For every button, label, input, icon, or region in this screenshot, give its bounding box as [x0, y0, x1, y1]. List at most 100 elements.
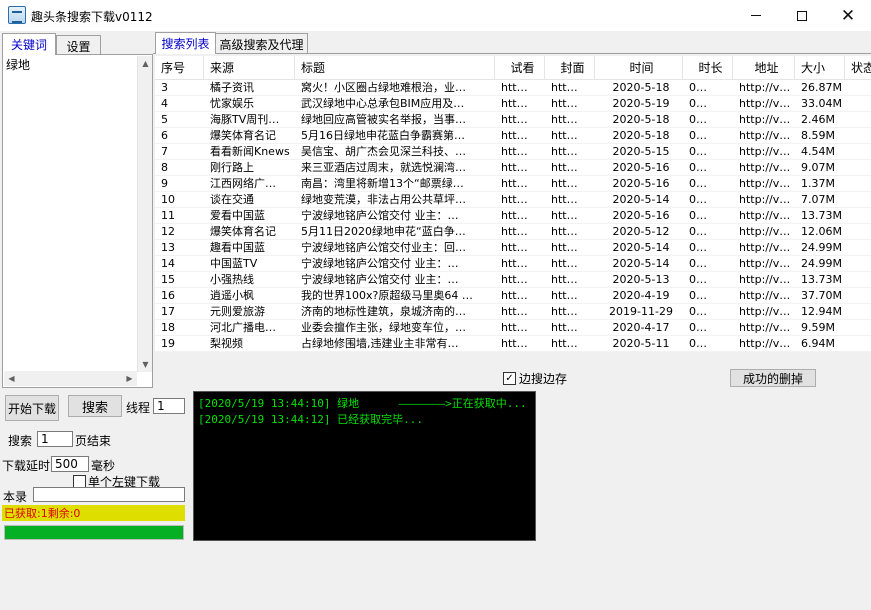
table-cell: htt…	[551, 225, 578, 238]
search-button[interactable]: 搜索	[68, 395, 122, 417]
maximize-button[interactable]	[779, 0, 825, 31]
tab-advanced-search[interactable]: 高级搜索及代理	[215, 33, 308, 54]
table-cell: 0…	[689, 241, 707, 254]
table-cell: htt…	[551, 241, 578, 254]
table-cell: htt…	[551, 193, 578, 206]
table-cell: 33.04M	[801, 97, 842, 110]
minimize-icon	[751, 15, 761, 16]
table-cell: http://v…	[739, 145, 791, 158]
scroll-up-icon[interactable]: ▲	[138, 56, 153, 71]
table-cell	[851, 336, 871, 352]
search-while-saving-option[interactable]: ✓ 边搜边存	[503, 370, 567, 387]
table-cell: 8	[161, 161, 168, 174]
table-cell: htt…	[551, 273, 578, 286]
table-cell: 24.99M	[801, 241, 842, 254]
tab-settings[interactable]: 设置	[56, 35, 101, 56]
scroll-right-icon[interactable]: ▶	[122, 371, 137, 386]
table-cell: 8.59M	[801, 129, 835, 142]
search-while-saving-checkbox[interactable]: ✓	[503, 372, 516, 385]
table-cell: 14	[161, 257, 175, 270]
table-cell	[851, 320, 871, 336]
table-cell: 武汉绿地中心总承包BIM应用及…	[301, 97, 465, 110]
ms-label: 毫秒	[91, 459, 116, 473]
column-header[interactable]: 大小	[795, 56, 845, 80]
progress-bar	[4, 525, 184, 540]
table-cell: http://v…	[739, 273, 791, 286]
pages-input[interactable]: 1	[37, 431, 73, 447]
table-cell: htt…	[501, 129, 528, 142]
table-cell: htt…	[551, 129, 578, 142]
keyword-item[interactable]: 绿地	[6, 56, 30, 73]
table-cell: htt…	[501, 305, 528, 318]
results-table[interactable]: 序号来源标题试看封面时间时长地址大小状态 3 橘子资讯 窝火！小区圈占绿地难根治，业……	[155, 56, 871, 352]
minimize-button[interactable]	[733, 0, 779, 31]
table-cell: 12.94M	[801, 305, 842, 318]
table-cell	[851, 272, 871, 288]
table-cell: 刚行路上	[210, 161, 254, 174]
column-header[interactable]: 地址	[733, 56, 795, 80]
table-cell	[851, 96, 871, 112]
table-cell: 17	[161, 305, 175, 318]
table-cell: 2.46M	[801, 113, 835, 126]
column-header[interactable]: 封面	[545, 56, 595, 80]
table-cell: 南昌：湾里将新增13个“邮票绿…	[301, 177, 464, 190]
table-cell: 16	[161, 289, 175, 302]
table-cell: 橘子资讯	[210, 81, 254, 94]
column-header[interactable]: 时长	[683, 56, 733, 80]
table-cell: http://v…	[739, 209, 791, 222]
title-bar: 趣头条搜索下载v0112 ✕	[0, 0, 871, 31]
app-icon	[8, 6, 26, 24]
table-cell: htt…	[551, 321, 578, 334]
table-cell: htt…	[551, 257, 578, 270]
table-cell: 0…	[689, 97, 707, 110]
table-cell: 2020-5-11	[612, 337, 670, 350]
download-delay-input[interactable]: 500	[51, 456, 89, 472]
close-button[interactable]: ✕	[825, 0, 871, 31]
table-cell: 2020-5-16	[612, 161, 670, 174]
table-cell: http://v…	[739, 161, 791, 174]
table-cell: 宁波绿地铭庐公馆交付 业主：…	[301, 209, 459, 222]
table-cell: 业委会擅作主张，绿地变车位，…	[301, 321, 466, 334]
table-cell	[851, 192, 871, 208]
table-cell	[851, 288, 871, 304]
column-header[interactable]: 标题	[295, 56, 495, 80]
table-cell: htt…	[501, 289, 528, 302]
table-cell: 0…	[689, 321, 707, 334]
table-cell: 24.99M	[801, 257, 842, 270]
table-cell: 19	[161, 337, 175, 350]
table-cell: 15	[161, 273, 175, 286]
table-cell: http://v…	[739, 97, 791, 110]
column-header[interactable]: 序号	[155, 56, 204, 80]
table-cell: 看看新闻Knews	[210, 145, 290, 158]
keyword-horizontal-scrollbar[interactable]: ◀ ▶	[4, 371, 137, 386]
scroll-left-icon[interactable]: ◀	[4, 371, 19, 386]
table-cell: 2020-5-16	[612, 177, 670, 190]
scroll-down-icon[interactable]: ▼	[138, 357, 153, 372]
column-header[interactable]: 时间	[595, 56, 683, 80]
table-cell: 2020-5-18	[612, 81, 670, 94]
table-cell: htt…	[551, 209, 578, 222]
table-cell	[851, 224, 871, 240]
start-download-button[interactable]: 开始下载	[5, 395, 59, 421]
column-header[interactable]: 来源	[204, 56, 295, 80]
table-horizontal-scrollbar[interactable]	[155, 352, 871, 368]
threads-input[interactable]: 1	[153, 398, 185, 414]
table-cell: 6	[161, 129, 168, 142]
column-header[interactable]: 试看	[495, 56, 545, 80]
tab-keywords[interactable]: 关键词	[2, 33, 56, 55]
table-cell: http://v…	[739, 321, 791, 334]
table-cell: htt…	[501, 113, 528, 126]
log-line: [2020/5/19 13:44:12] 已经获取完毕...	[198, 413, 423, 426]
table-cell: htt…	[501, 257, 528, 270]
table-cell: 元则爱旅游	[210, 305, 265, 318]
save-dir-input[interactable]	[33, 487, 185, 502]
table-cell: 0…	[689, 337, 707, 350]
keyword-list[interactable]: 绿地 ▲ ▼ ◀ ▶	[2, 54, 153, 388]
log-console: [2020/5/19 13:44:10] 绿地 ———————>正在获取中...…	[193, 391, 536, 541]
table-cell: 趣看中国蓝	[210, 241, 265, 254]
column-header[interactable]: 状态	[845, 56, 871, 80]
table-cell: http://v…	[739, 177, 791, 190]
tab-search-list[interactable]: 搜索列表	[155, 32, 216, 54]
delete-success-button[interactable]: 成功的删掉	[730, 369, 816, 387]
keyword-vertical-scrollbar[interactable]: ▲ ▼	[137, 56, 152, 372]
